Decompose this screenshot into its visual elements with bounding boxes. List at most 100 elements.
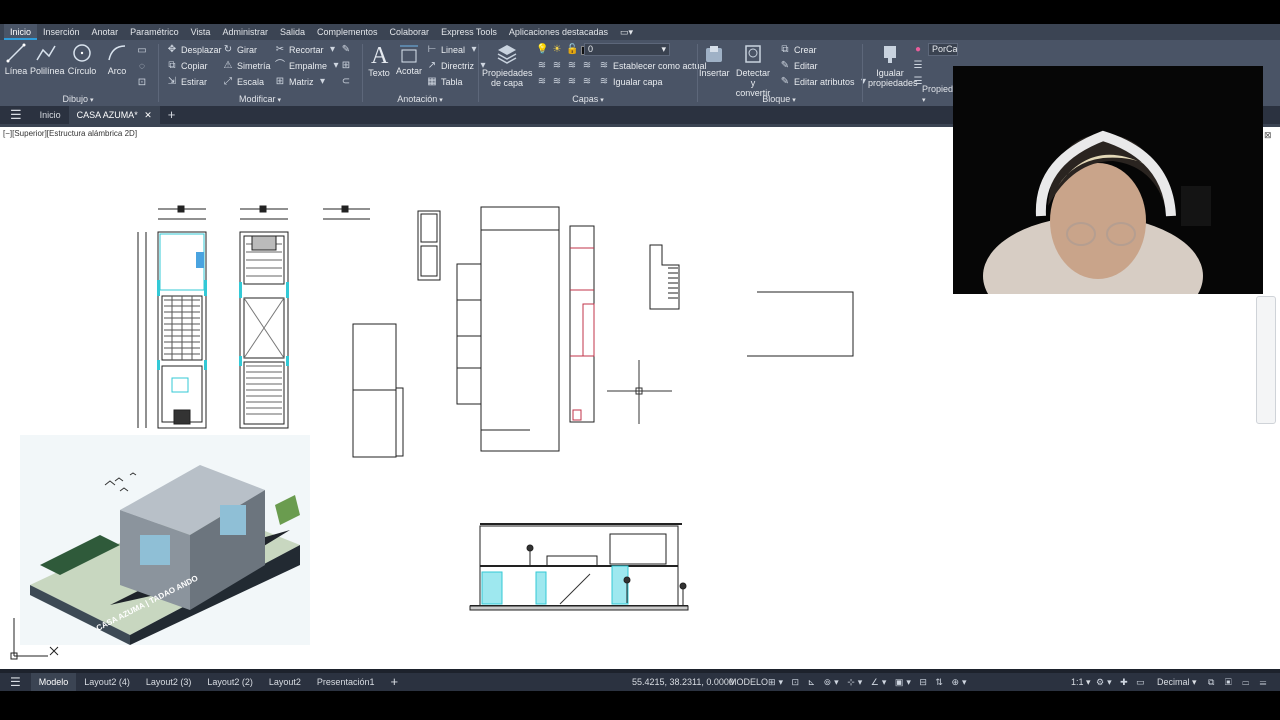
color-dropdown[interactable]: PorCapa xyxy=(928,43,958,56)
copiar-button[interactable]: ⧉ Copiar xyxy=(166,59,207,73)
lineweight-icon[interactable]: ☰ xyxy=(912,59,924,73)
axonometric-render-image: CASA AZUMA | TADAO ANDO xyxy=(20,435,310,645)
new-tab-plus-icon[interactable]: + xyxy=(160,106,184,124)
polilinea-button[interactable]: Polilínea xyxy=(30,42,65,76)
panel-title-bloque[interactable]: Bloque xyxy=(699,94,859,104)
file-tab-inicio[interactable]: Inicio xyxy=(32,106,69,124)
menu-hamburger-icon[interactable]: ☰ xyxy=(0,106,32,124)
layout-tab-layout2[interactable]: Layout2 xyxy=(261,673,309,691)
main-elevation xyxy=(456,206,560,452)
detect-convert-icon xyxy=(745,45,761,63)
igualar-capa-button[interactable]: ≋ Igualar capa xyxy=(598,75,663,89)
close-icon[interactable]: ✕ xyxy=(144,110,152,120)
ribbon-tab-aplicaciones[interactable]: Aplicaciones destacadas xyxy=(503,24,614,40)
panel-title-propiedades[interactable]: Propieda xyxy=(864,84,958,104)
empalme-button[interactable]: ⌒ Empalme ▾ xyxy=(274,59,342,73)
ribbon-tab-vista[interactable]: Vista xyxy=(185,24,217,40)
crear-bloque-button[interactable]: ⧉ Crear xyxy=(779,43,816,57)
texto-button[interactable]: A Texto xyxy=(366,42,392,78)
escala-button[interactable]: ⤢ Escala xyxy=(222,75,264,89)
add-layout-icon[interactable]: + xyxy=(382,673,406,691)
color-icon[interactable]: ● xyxy=(912,43,924,57)
panel-dibujo: Línea Polilínea Círculo Arco ▭ ◌ ⊡ Dibuj… xyxy=(0,40,156,106)
match-layer-icon: ≋ xyxy=(599,76,609,87)
hatch-icon[interactable]: ◌ xyxy=(136,60,148,74)
ribbon-tab-salida[interactable]: Salida xyxy=(274,24,311,40)
panel-title-capas[interactable]: Capas xyxy=(480,94,696,104)
lineal-button[interactable]: ⊢ Lineal ▾ xyxy=(426,43,480,57)
coordinates-readout[interactable]: 55.4215, 38.2311, 0.0000 xyxy=(632,673,734,691)
panel-separator xyxy=(158,44,159,102)
propiedades-capa-button[interactable]: Propiedades de capa xyxy=(482,42,533,88)
girar-button[interactable]: ↻ Girar xyxy=(222,43,257,57)
panel-title-anotacion[interactable]: Anotación xyxy=(364,94,476,104)
editar-atributos-button[interactable]: ✎ Editar atributos ▾ xyxy=(779,75,870,89)
ribbon-tab-complementos[interactable]: Complementos xyxy=(311,24,384,40)
title-bar xyxy=(0,0,1280,24)
move-icon: ✥ xyxy=(167,44,177,55)
annotation-scale-dropdown[interactable]: 1:1 ▾ xyxy=(1071,673,1091,691)
chevron-down-icon: ▾ xyxy=(661,44,666,54)
workspace-gear-icon[interactable]: ⚙▾ ✚ ▭ xyxy=(1096,673,1148,691)
acotar-button[interactable]: Acotar xyxy=(396,42,422,76)
establecer-actual-button[interactable]: ≋ Establecer como actual xyxy=(598,59,707,73)
model-space-button[interactable]: MODELO xyxy=(729,673,768,691)
layer-dropdown[interactable]: 0 ▾ xyxy=(584,43,670,56)
layout-tab-presentacion1[interactable]: Presentación1 xyxy=(309,673,383,691)
matriz-button[interactable]: ⊞ Matriz ▾ xyxy=(274,75,329,89)
detectar-convertir-button[interactable]: Detectar y convertir xyxy=(733,42,773,98)
simetria-button[interactable]: ⚠ Simetría xyxy=(222,59,271,73)
stretch-icon: ⇲ xyxy=(167,76,177,87)
panel-capas: Propiedades de capa 💡 ☀ 🔓 0 ▾ ≋ ≋ ≋ ≋ ≋ Estable… xyxy=(480,40,707,106)
insert-block-icon xyxy=(706,46,722,62)
linea-button[interactable]: Línea xyxy=(4,42,28,76)
desplazar-button[interactable]: ✥ Desplazar xyxy=(166,43,222,57)
offset-icon[interactable]: ⊂ xyxy=(340,75,352,89)
drafting-tool-icons[interactable]: ⊞▾ ⊡ ⊾ ⊚▾ ⊹▾ ∠▾ ▣▾ ⊟ ⇅ ⊕▾ xyxy=(768,673,970,691)
ribbon-tab-inicio[interactable]: Inicio xyxy=(4,24,38,40)
ribbon-tab-administrar[interactable]: Administrar xyxy=(216,24,274,40)
explode-icon[interactable]: ⊞ xyxy=(340,59,352,73)
arco-button[interactable]: Arco xyxy=(104,42,130,76)
circulo-button[interactable]: Círculo xyxy=(66,42,98,76)
editar-bloque-button[interactable]: ✎ Editar xyxy=(779,59,818,73)
layout-tab-layout2-4[interactable]: Layout2 (4) xyxy=(76,673,138,691)
ribbon-tab-express-tools[interactable]: Express Tools xyxy=(435,24,503,40)
navigation-bar[interactable] xyxy=(1256,296,1276,424)
table-icon: ▦ xyxy=(427,76,437,87)
close-viewport-icon[interactable]: ⊠ xyxy=(1264,130,1272,141)
status-tray-icons[interactable]: ⧉ ▣ ▭ ☰ xyxy=(1208,673,1270,691)
panel-title-dibujo[interactable]: Dibujo xyxy=(0,94,156,104)
ribbon-tab-anotar[interactable]: Anotar xyxy=(86,24,125,40)
igualar-propiedades-button[interactable]: Igualar propiedades xyxy=(868,42,918,88)
svg-text:A: A xyxy=(371,43,389,66)
estirar-button[interactable]: ⇲ Estirar xyxy=(166,75,207,89)
layout-menu-icon[interactable]: ☰ xyxy=(0,673,31,691)
insertar-button[interactable]: Insertar xyxy=(699,42,730,78)
ribbon-tab-parametrico[interactable]: Paramétrico xyxy=(124,24,185,40)
file-tab-casa-azuma[interactable]: CASA AZUMA* ✕ xyxy=(68,106,160,124)
layer-tools-row2[interactable]: ≋ ≋ ≋ ≋ xyxy=(536,75,593,89)
erase-icon[interactable]: ✎ xyxy=(340,43,352,57)
layer-state-icons[interactable]: 💡 ☀ 🔓 xyxy=(536,43,590,57)
tabla-button[interactable]: ▦ Tabla xyxy=(426,75,462,89)
layout-tab-modelo[interactable]: Modelo xyxy=(30,673,77,691)
units-dropdown[interactable]: Decimal ▾ xyxy=(1157,673,1197,691)
leader-icon: ↗ xyxy=(427,60,437,71)
rectangle-outline xyxy=(747,291,854,357)
panel-title-modificar[interactable]: Modificar xyxy=(160,94,360,104)
ribbon-options-icon[interactable]: ▭▾ xyxy=(614,24,639,40)
copy-icon: ⧉ xyxy=(168,60,176,71)
ribbon-tab-insercion[interactable]: Inserción xyxy=(37,24,86,40)
layer-tools-row1[interactable]: ≋ ≋ ≋ ≋ xyxy=(536,59,593,73)
rectangle-icon[interactable]: ▭ xyxy=(136,44,148,58)
layout-tab-layout2-3[interactable]: Layout2 (3) xyxy=(138,673,200,691)
edit-attributes-icon: ✎ xyxy=(780,76,790,87)
boundary-icon[interactable]: ⊡ xyxy=(136,76,148,90)
layer-properties-icon xyxy=(497,45,517,64)
layout-tab-layout2-2[interactable]: Layout2 (2) xyxy=(199,673,261,691)
recortar-button[interactable]: ✂ Recortar ▾ xyxy=(274,43,339,57)
webcam-overlay xyxy=(953,66,1263,294)
ribbon-tab-colaborar[interactable]: Colaborar xyxy=(384,24,436,40)
line-icon xyxy=(6,43,26,63)
